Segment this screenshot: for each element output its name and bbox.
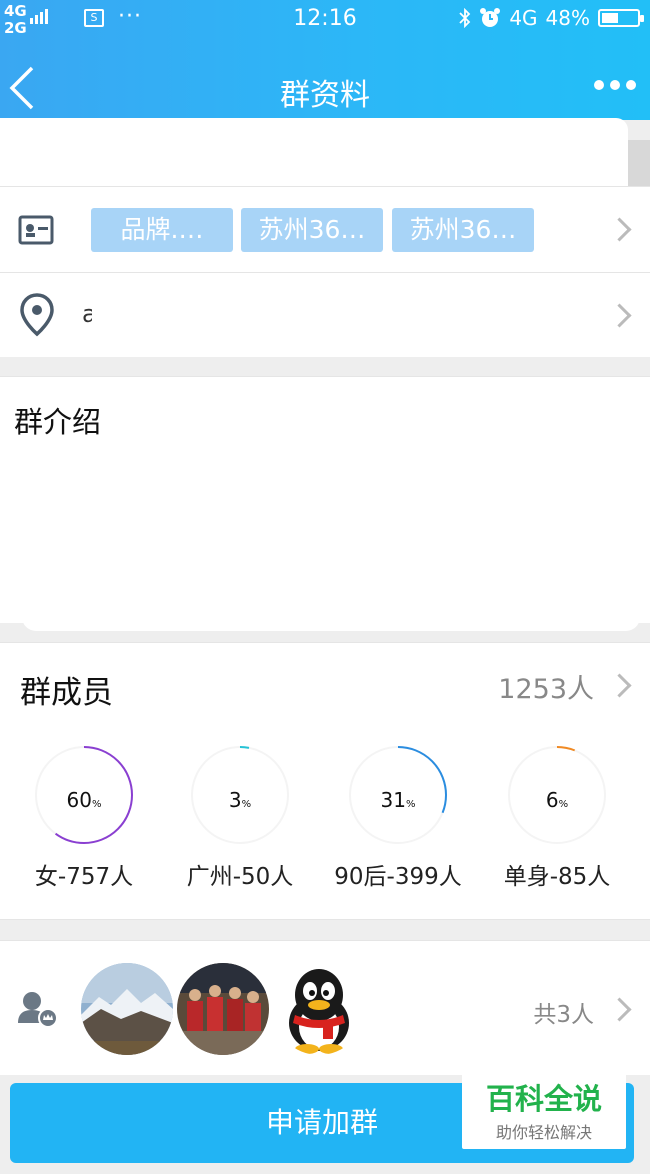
battery-icon	[598, 9, 644, 27]
stat-label: 广州-50人	[186, 864, 294, 890]
location-row[interactable]: a	[0, 272, 650, 357]
member-stat: 6% 单身-85人	[482, 743, 632, 891]
signal-label: 4G	[509, 6, 538, 30]
stat-label: 女-757人	[34, 864, 134, 890]
id-card-icon	[18, 215, 54, 245]
watermark: 百科全说 助你轻松解决	[462, 1073, 626, 1149]
group-header-card	[0, 118, 628, 188]
admin-avatar[interactable]	[177, 963, 269, 1055]
members-row[interactable]: 群成员 1253人	[0, 642, 650, 730]
chevron-right-icon	[607, 673, 632, 698]
admins-count: 共3人	[533, 1002, 594, 1028]
group-intro-section: 群介绍	[0, 376, 650, 631]
intro-heading: 群介绍	[14, 405, 102, 439]
admin-avatar[interactable]	[273, 963, 365, 1055]
group-tag[interactable]: 苏州36…	[241, 208, 383, 252]
stat-percent: 3%	[228, 788, 252, 812]
page-title: 群资料	[280, 78, 370, 113]
stat-percent: 31%	[380, 788, 416, 812]
card-edge	[628, 140, 650, 186]
stat-label: 单身-85人	[503, 864, 611, 890]
stat-percent: 6%	[545, 788, 569, 812]
group-tag[interactable]: 品牌.…	[91, 208, 233, 252]
member-stat: 3% 广州-50人	[165, 743, 315, 891]
stat-percent: 60%	[66, 788, 102, 812]
member-stat: 31% 90后-399人	[323, 743, 473, 891]
group-owner-icon	[18, 992, 58, 1028]
intro-card-foot	[22, 615, 640, 631]
more-options-icon[interactable]	[594, 80, 636, 90]
group-tag[interactable]: 苏州36…	[392, 208, 534, 252]
admins-row[interactable]: 共3人	[0, 940, 650, 1075]
alarm-icon	[480, 8, 501, 27]
location-text: a	[82, 301, 92, 327]
members-heading: 群成员	[20, 675, 113, 711]
battery-percent: 48%	[545, 6, 590, 30]
members-count: 1253人	[498, 674, 594, 705]
chevron-right-icon	[607, 997, 632, 1022]
watermark-subtitle: 助你轻松解决	[495, 1123, 592, 1142]
chevron-right-icon	[607, 303, 632, 328]
watermark-title: 百科全说	[485, 1082, 602, 1116]
location-pin-icon	[20, 293, 54, 337]
admin-avatar[interactable]	[81, 963, 173, 1055]
app-header: 4G 2G S ··· 12:16 4G 48% 群资料	[0, 0, 650, 120]
member-stat: 60% 女-757人	[9, 743, 159, 891]
group-tags-row[interactable]: 品牌.… 苏州36… 苏州36…	[0, 186, 650, 273]
chevron-right-icon	[607, 217, 632, 242]
status-bar: 4G 2G S ··· 12:16 4G 48%	[0, 0, 650, 40]
stat-label: 90后-399人	[334, 864, 462, 890]
member-stats: 60% 女-757人 3% 广州-50人 31% 90后-399人 6% 单身-85人	[0, 729, 650, 920]
bluetooth-icon	[459, 8, 471, 28]
